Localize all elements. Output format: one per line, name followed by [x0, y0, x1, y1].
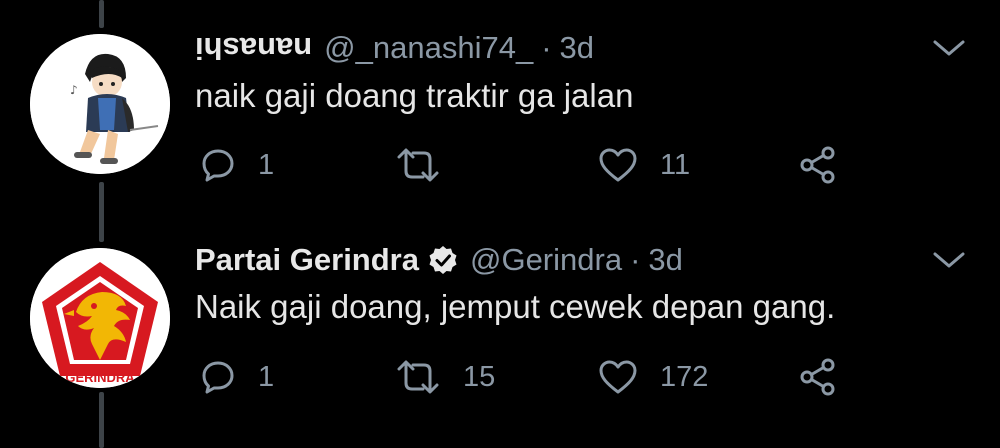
display-name[interactable]: nanashi: [195, 30, 312, 66]
display-name[interactable]: Partai Gerindra: [195, 242, 419, 278]
like-button[interactable]: 172: [598, 352, 708, 402]
tweet-text: Naik gaji doang, jemput cewek depan gang…: [195, 288, 836, 325]
reply-button[interactable]: 1: [200, 352, 274, 402]
retweet-icon: [397, 360, 439, 394]
tweet-text: naik gaji doang traktir ga jalan: [195, 77, 634, 114]
like-count: 11: [660, 148, 691, 181]
svg-text:♪: ♪: [70, 83, 78, 97]
reply-icon: [202, 149, 234, 182]
retweet-icon: [397, 148, 439, 182]
separator-dot: ·: [630, 242, 641, 277]
like-count: 172: [660, 360, 709, 393]
reply-button[interactable]: 1: [200, 140, 274, 190]
share-icon: [800, 358, 835, 396]
retweet-count: 15: [463, 360, 496, 393]
user-handle[interactable]: @Gerindra: [470, 242, 622, 278]
avatar-nanashi[interactable]: ♪: [30, 34, 170, 174]
gerindra-logo-icon: GERINDRA: [30, 248, 170, 388]
heart-icon: [599, 148, 637, 182]
separator-dot: ·: [541, 30, 552, 65]
verified-badge-icon: [429, 246, 457, 274]
retweet-button[interactable]: [395, 140, 463, 190]
timestamp[interactable]: 3d: [560, 30, 594, 66]
tweet-1-actions: 1 11: [195, 140, 855, 190]
tweet-1-header: nanashi @_nanashi74_ · 3d: [195, 28, 594, 68]
tweet-2[interactable]: GERINDRA Partai Gerindra @Gerindra · 3d …: [0, 210, 1000, 448]
reply-count: 1: [258, 360, 275, 393]
chevron-down-icon[interactable]: [932, 38, 966, 58]
like-button[interactable]: 11: [598, 140, 690, 190]
share-button[interactable]: [798, 352, 838, 402]
user-handle[interactable]: @_nanashi74_: [324, 30, 533, 66]
share-icon: [800, 146, 835, 184]
reply-count: 1: [258, 148, 275, 181]
share-button[interactable]: [798, 140, 838, 190]
avatar-gerindra[interactable]: GERINDRA: [30, 248, 170, 388]
tweet-2-actions: 1 15 172: [195, 352, 855, 402]
tweet-2-header: Partai Gerindra @Gerindra · 3d: [195, 240, 683, 280]
tweet-1[interactable]: ♪ nanashi @_nanashi74_ · 3d naik gaji do…: [0, 0, 1000, 210]
heart-icon: [599, 360, 637, 394]
retweet-button[interactable]: 15: [395, 352, 495, 402]
timestamp[interactable]: 3d: [648, 242, 682, 278]
chevron-down-icon[interactable]: [932, 250, 966, 270]
anime-boy-avatar-icon: ♪: [30, 34, 170, 174]
reply-icon: [202, 361, 234, 394]
logo-text: GERINDRA: [65, 370, 135, 385]
